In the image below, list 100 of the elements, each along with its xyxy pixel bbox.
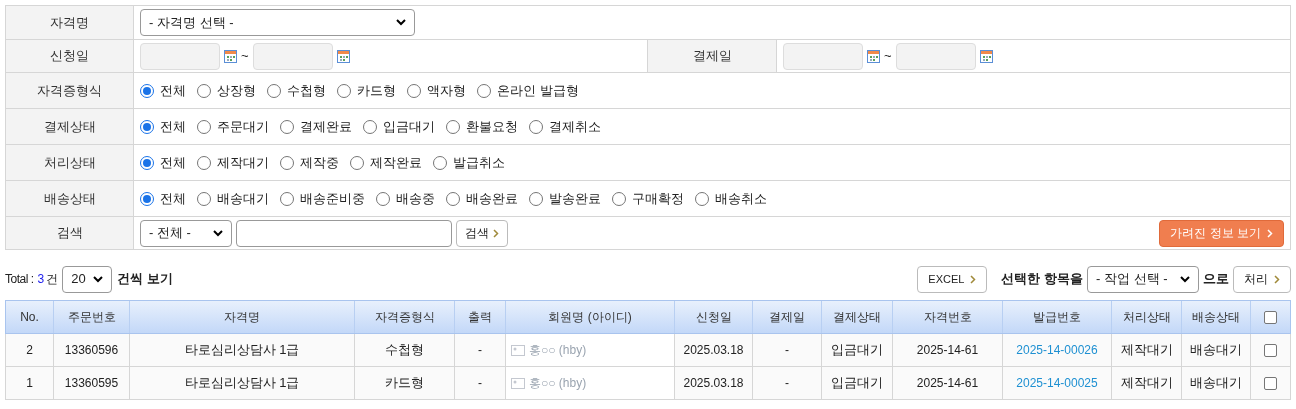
table-cell-text: - xyxy=(478,342,482,359)
field-label: 신청일 xyxy=(6,40,134,72)
table-cell-text: - xyxy=(785,342,789,359)
table-cell-text: 배송대기 xyxy=(1190,341,1242,360)
total-label: Total : xyxy=(5,271,34,288)
radio-label: 전체 xyxy=(160,153,186,172)
radio-label: 결제완료 xyxy=(300,117,352,136)
page-size-label: 건씩 보기 xyxy=(117,270,173,289)
date-field[interactable] xyxy=(895,42,976,70)
tilde: ~ xyxy=(241,47,249,66)
field-label: 결제일 xyxy=(647,40,777,72)
bulk-action-label: 선택한 항목을 xyxy=(1001,270,1083,289)
table-cell-text: 홍○○ (hby) xyxy=(529,375,587,392)
calendar-icon[interactable] xyxy=(224,49,237,63)
page-size-select[interactable]: 20 xyxy=(62,265,113,293)
column-header: 주문번호 xyxy=(54,301,130,333)
radio-label: 제작중 xyxy=(300,153,339,172)
radio-label: 배송준비중 xyxy=(300,189,365,208)
checkbox[interactable] xyxy=(1264,343,1277,357)
table-cell-text: 입금대기 xyxy=(831,374,883,393)
radio-label: 카드형 xyxy=(357,81,396,100)
checkbox[interactable] xyxy=(1264,376,1277,390)
table-cell-text: 2025.03.18 xyxy=(683,375,744,392)
field-label: 처리상태 xyxy=(6,145,134,180)
column-header: 발급번호 xyxy=(1003,301,1112,333)
date-field[interactable] xyxy=(252,42,333,70)
bulk-action-suffix: 으로 xyxy=(1203,270,1229,289)
radio-label: 상장형 xyxy=(217,81,256,100)
radio-label: 배송취소 xyxy=(715,189,767,208)
field-label: 검색 xyxy=(6,217,134,249)
table-cell-text: - xyxy=(785,375,789,392)
radio-label: 결제취소 xyxy=(549,117,601,136)
field-label: 배송상태 xyxy=(6,181,134,216)
id-card-icon xyxy=(511,344,525,356)
field-label: 자격명 xyxy=(6,6,134,39)
chevron-right-icon xyxy=(493,228,499,238)
radio-label: 제작대기 xyxy=(217,153,269,172)
chevron-down-icon xyxy=(1180,275,1190,283)
column-header: 자격증형식 xyxy=(355,301,455,333)
radio-label: 전체 xyxy=(160,81,186,100)
column-header: 처리상태 xyxy=(1112,301,1182,333)
table-cell-text: 2025.03.18 xyxy=(683,342,744,359)
radio-label: 발급취소 xyxy=(453,153,505,172)
qualification-select[interactable]: - 자격명 선택 - xyxy=(140,9,415,36)
radio-label: 수첩형 xyxy=(287,81,326,100)
chevron-right-icon xyxy=(970,274,977,284)
radio-label: 배송중 xyxy=(396,189,435,208)
table-cell-text: 수첩형 xyxy=(385,341,424,360)
column-header: No. xyxy=(6,301,54,333)
chevron-down-icon xyxy=(213,229,223,237)
table-cell-text: 1 xyxy=(26,375,33,392)
total-count: 3 xyxy=(37,271,45,288)
table-cell-text: 제작대기 xyxy=(1120,341,1173,360)
tilde: ~ xyxy=(884,47,892,66)
table-cell-text: 제작대기 xyxy=(1120,374,1173,393)
search-type-select[interactable]: - 전체 - xyxy=(140,219,232,247)
table-cell-text: 타로심리상담사 1급 xyxy=(184,341,300,360)
column-header: 신청일 xyxy=(675,301,753,333)
column-header: 배송상태 xyxy=(1182,301,1251,333)
excel-button[interactable]: EXCEL xyxy=(917,265,988,293)
radio-label: 배송대기 xyxy=(217,189,269,208)
search-field[interactable] xyxy=(236,219,452,247)
chevron-right-icon xyxy=(1267,228,1273,238)
radio-label: 온라인 발급형 xyxy=(497,81,579,100)
field-label: 자격증형식 xyxy=(6,73,134,108)
bulk-action-select[interactable]: - 작업 선택 - xyxy=(1087,265,1199,293)
radio-label: 발송완료 xyxy=(549,189,601,208)
table-cell-text: - xyxy=(478,375,482,392)
table-cell-text: 2 xyxy=(26,342,33,359)
column-header: 자격번호 xyxy=(893,301,1003,333)
column-header: 자격명 xyxy=(130,301,355,333)
radio-label: 제작완료 xyxy=(370,153,422,172)
calendar-icon[interactable] xyxy=(979,49,993,63)
table-cell-text: 입금대기 xyxy=(831,341,883,360)
search-button[interactable]: 검색 xyxy=(456,219,508,247)
id-card-icon xyxy=(511,377,525,389)
date-field[interactable] xyxy=(140,42,220,70)
radio-label: 주문대기 xyxy=(217,117,269,136)
radio-label: 배송완료 xyxy=(466,189,518,208)
chevron-right-icon xyxy=(1274,274,1280,284)
calendar-icon[interactable] xyxy=(867,49,880,63)
date-field[interactable] xyxy=(783,42,863,70)
table-cell-text: 홍○○ (hby) xyxy=(529,342,587,359)
column-header: 결제일 xyxy=(753,301,822,333)
table-cell-text: 배송대기 xyxy=(1190,374,1242,393)
radio-label: 입금대기 xyxy=(383,117,435,136)
field-label: 결제상태 xyxy=(6,109,134,144)
radio-label: 환불요청 xyxy=(466,117,518,136)
calendar-icon[interactable] xyxy=(336,49,350,63)
column-header: 결제상태 xyxy=(822,301,893,333)
count-unit: 건 xyxy=(46,271,59,288)
column-header: 회원명 (아이디) xyxy=(506,301,675,333)
chevron-down-icon xyxy=(396,19,406,26)
checkbox[interactable] xyxy=(1264,310,1277,324)
table-cell-text: 2025-14-61 xyxy=(916,342,979,359)
process-button[interactable]: 처리 xyxy=(1233,265,1291,293)
chevron-down-icon xyxy=(93,275,104,283)
radio-label: 전체 xyxy=(160,189,186,208)
table-cell-text: 13360596 xyxy=(64,342,119,359)
table-cell-text: 13360595 xyxy=(64,375,119,392)
